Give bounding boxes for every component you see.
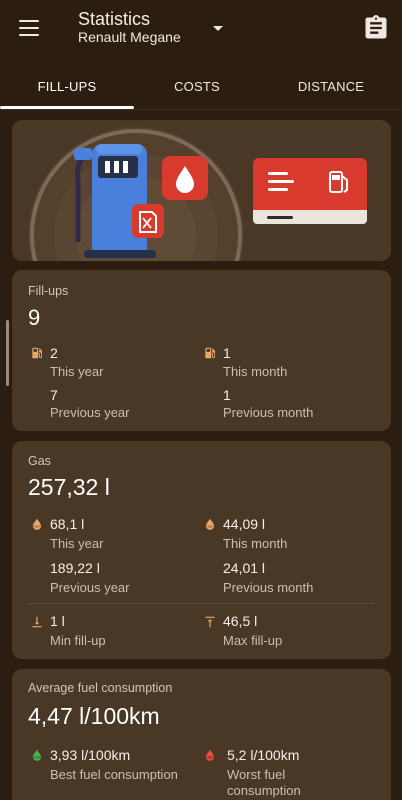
- fuel-station-icon: [32, 347, 42, 359]
- menu-icon-line: [19, 34, 39, 36]
- fuel-station-illustration: [28, 127, 367, 261]
- arrow-drop-down-icon[interactable]: [213, 26, 223, 31]
- vehicle-selector[interactable]: Statistics Renault Megane: [78, 9, 181, 45]
- consumption-average: 4,47 l/100km: [28, 703, 160, 729]
- worst-consumption-label: Worst fuel consumption: [227, 767, 301, 798]
- tab-bar: FILL-UPS COSTS DISTANCE: [0, 62, 402, 110]
- consumption-label: Average fuel consumption: [28, 681, 173, 695]
- fill-ups-card[interactable]: Fill-ups 9 2 This year 7 Previous year 1…: [12, 270, 391, 431]
- fill-ups-label: Fill-ups: [28, 284, 69, 298]
- gas-this-year-value: 68,1 l: [50, 516, 85, 532]
- page-title: Statistics: [78, 9, 151, 29]
- fuel-drop-icon: [205, 518, 215, 530]
- gas-total: 257,32 l: [28, 474, 110, 500]
- gas-max-label: Max fill-up: [223, 633, 283, 648]
- best-consumption-value: 3,93 l/100km: [50, 747, 131, 763]
- best-drop-icon: [32, 749, 42, 761]
- fill-ups-this-year-label: This year: [50, 364, 104, 379]
- gas-card[interactable]: Gas 257,32 l 68,1 l This year 189,22 l P…: [12, 441, 391, 659]
- gas-min-label: Min fill-up: [50, 633, 106, 648]
- gas-previous-year-label: Previous year: [50, 580, 130, 595]
- menu-button[interactable]: [16, 16, 44, 40]
- gas-this-year-label: This year: [50, 536, 104, 551]
- tab-distance[interactable]: DISTANCE: [264, 62, 398, 110]
- fill-ups-this-month-label: This month: [223, 364, 288, 379]
- fill-ups-previous-year-label: Previous year: [50, 405, 130, 420]
- fill-ups-previous-month-value: 1: [223, 387, 231, 403]
- worst-drop-icon: [205, 749, 215, 761]
- tab-fill-ups[interactable]: FILL-UPS: [0, 62, 134, 110]
- vertical-align-bottom-icon: [32, 616, 42, 628]
- fill-ups-total: 9: [28, 305, 41, 330]
- gas-previous-year-value: 189,22 l: [50, 560, 100, 576]
- fuel-station-icon: [205, 347, 215, 359]
- fill-ups-previous-month-label: Previous month: [223, 405, 314, 420]
- gas-previous-month-label: Previous month: [223, 580, 314, 595]
- clipboard-icon: [365, 15, 387, 39]
- section-divider: [28, 603, 375, 604]
- scrollbar[interactable]: [6, 320, 9, 386]
- illustration-card: [12, 120, 391, 261]
- menu-icon: [19, 20, 39, 22]
- fill-ups-this-year-value: 2: [50, 345, 58, 361]
- worst-consumption-value: 5,2 l/100km: [227, 747, 300, 763]
- gas-this-month-value: 44,09 l: [223, 516, 266, 532]
- fuel-consumption-card[interactable]: Average fuel consumption 4,47 l/100km 3,…: [12, 669, 391, 800]
- active-tab-indicator: [0, 106, 134, 109]
- fill-ups-previous-year-value: 7: [50, 387, 58, 403]
- fuel-drop-icon: [32, 518, 42, 530]
- report-button[interactable]: [362, 14, 390, 42]
- app-bar: Statistics Renault Megane: [0, 0, 402, 60]
- tab-costs[interactable]: COSTS: [130, 62, 264, 110]
- gas-label: Gas: [28, 454, 51, 468]
- vehicle-name: Renault Megane: [78, 29, 181, 45]
- vertical-align-top-icon: [205, 616, 215, 628]
- gas-this-month-label: This month: [223, 536, 288, 551]
- menu-icon-line: [19, 27, 39, 29]
- gas-previous-month-value: 24,01 l: [223, 560, 266, 576]
- fill-ups-this-month-value: 1: [223, 345, 231, 361]
- gas-min-value: 1 l: [50, 613, 65, 629]
- gas-max-value: 46,5 l: [223, 613, 258, 629]
- best-consumption-label: Best fuel consumption: [50, 767, 178, 782]
